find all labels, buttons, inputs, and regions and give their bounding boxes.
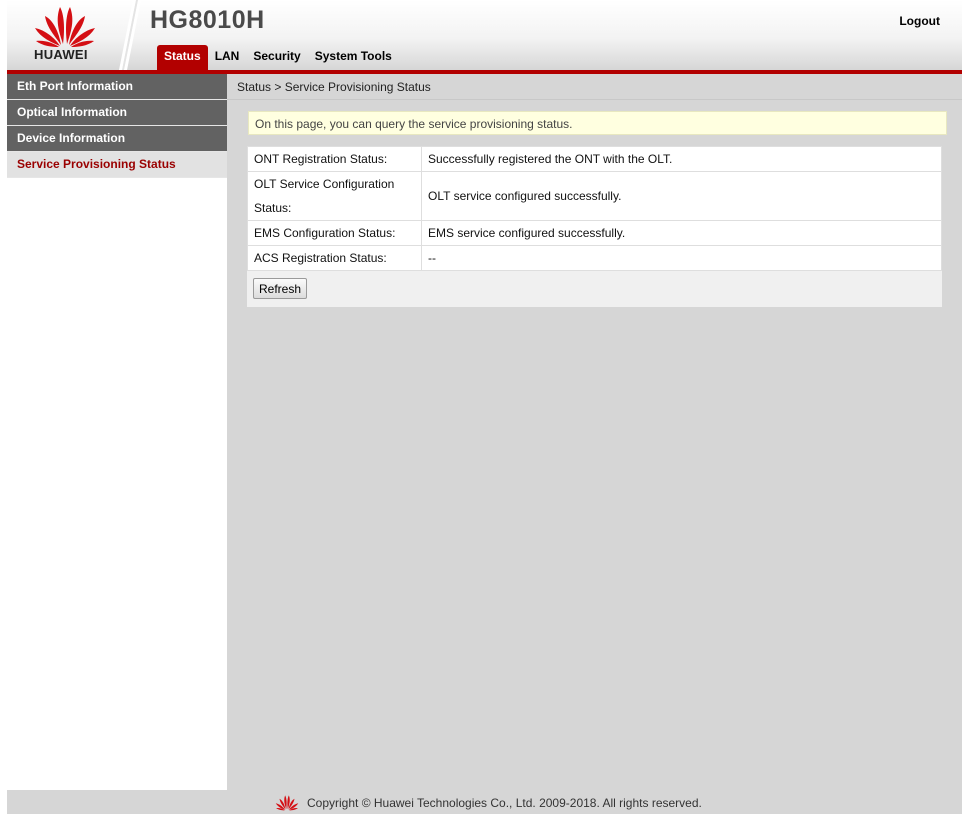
sidebar-item-eth-port-information[interactable]: Eth Port Information: [7, 74, 227, 100]
table-row: EMS Configuration Status: EMS service co…: [247, 220, 942, 246]
device-model: HG8010H: [150, 6, 265, 34]
huawei-flower-icon: [275, 795, 299, 811]
sidebar-item-optical-information[interactable]: Optical Information: [7, 100, 227, 126]
row-label-line: OLT Service Configuration: [254, 177, 395, 191]
header: HUAWEI HG8010H Logout Status LAN Securit…: [7, 0, 962, 70]
tab-system-tools[interactable]: System Tools: [308, 45, 399, 68]
footer: Copyright © Huawei Technologies Co., Ltd…: [7, 790, 962, 814]
sidebar: Eth Port Information Optical Information…: [7, 74, 227, 790]
refresh-button[interactable]: Refresh: [253, 278, 308, 299]
row-value-ems-configuration: EMS service configured successfully.: [421, 220, 942, 246]
table-row: ONT Registration Status: Successfully re…: [247, 146, 942, 172]
huawei-logo: HUAWEI: [7, 0, 127, 70]
row-label-line: Status:: [254, 201, 292, 215]
sidebar-item-service-provisioning-status[interactable]: Service Provisioning Status: [7, 152, 227, 178]
tab-status[interactable]: Status: [157, 45, 208, 70]
copyright-text: Copyright © Huawei Technologies Co., Ltd…: [307, 796, 702, 810]
huawei-flower-icon: [35, 7, 95, 47]
page-frame: HUAWEI HG8010H Logout Status LAN Securit…: [7, 0, 962, 814]
sidebar-item-device-information[interactable]: Device Information: [7, 126, 227, 152]
row-label-olt-service-configuration: OLT Service Configuration Status:: [247, 171, 422, 221]
row-label-ems-configuration: EMS Configuration Status:: [247, 220, 422, 246]
row-value-ont-registration: Successfully registered the ONT with the…: [421, 146, 942, 172]
row-value-acs-registration: --: [421, 245, 942, 271]
status-panel: ONT Registration Status: Successfully re…: [247, 146, 942, 307]
tab-lan[interactable]: LAN: [208, 45, 247, 68]
logout-link[interactable]: Logout: [899, 14, 940, 28]
table-row: OLT Service Configuration Status: OLT se…: [247, 171, 942, 221]
row-label-ont-registration: ONT Registration Status:: [247, 146, 422, 172]
row-label-acs-registration: ACS Registration Status:: [247, 245, 422, 271]
logo-text: HUAWEI: [34, 47, 88, 62]
main-content: Status > Service Provisioning Status On …: [227, 74, 962, 790]
info-banner: On this page, you can query the service …: [248, 111, 947, 135]
header-divider: [119, 0, 141, 70]
row-value-olt-service-configuration: OLT service configured successfully.: [421, 171, 942, 221]
table-row: ACS Registration Status: --: [247, 245, 942, 271]
top-nav: Status LAN Security System Tools: [157, 45, 399, 70]
breadcrumb: Status > Service Provisioning Status: [227, 74, 962, 100]
tab-security[interactable]: Security: [246, 45, 307, 68]
status-table: ONT Registration Status: Successfully re…: [247, 146, 942, 271]
